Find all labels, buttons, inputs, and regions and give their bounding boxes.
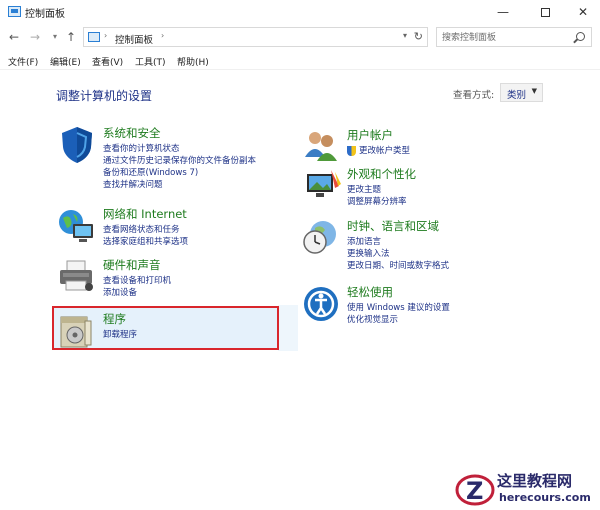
link-add-language[interactable]: 添加语言	[347, 236, 449, 248]
maximize-icon	[540, 7, 550, 17]
category-heading[interactable]: 程序	[103, 311, 126, 327]
link-change-theme[interactable]: 更改主题	[347, 184, 407, 196]
svg-text:Z: Z	[466, 477, 483, 505]
ease-of-access-icon[interactable]	[301, 284, 341, 324]
link-homegroup[interactable]: 选择家庭组和共享选项	[103, 236, 188, 248]
close-button[interactable]: ✕	[566, 0, 600, 24]
link-devices-printers[interactable]: 查看设备和打印机	[103, 275, 171, 287]
control-panel-icon	[88, 32, 100, 42]
refresh-icon[interactable]: ↻	[414, 30, 423, 43]
link-screen-resolution[interactable]: 调整屏幕分辨率	[347, 196, 407, 208]
page-title: 调整计算机的设置	[56, 89, 153, 103]
address-row: ← → ▾ ↑ › 控制面板 › ▾ ↻	[0, 24, 600, 50]
category-heading[interactable]: 时钟、语言和区域	[347, 218, 439, 234]
category-heading[interactable]: 系统和安全	[103, 125, 161, 141]
maximize-button[interactable]	[528, 0, 562, 24]
control-panel-icon	[8, 6, 21, 17]
breadcrumb-control-panel[interactable]: 控制面板	[115, 32, 153, 46]
link-date-time-format[interactable]: 更改日期、时间或数字格式	[347, 260, 449, 272]
menu-edit[interactable]: 编辑(E)	[50, 55, 81, 68]
menu-help[interactable]: 帮助(H)	[177, 55, 209, 68]
link-change-account-type[interactable]: 更改帐户类型	[347, 145, 410, 157]
link-recommended-settings[interactable]: 使用 Windows 建议的设置	[347, 302, 450, 314]
back-button[interactable]: ←	[5, 28, 23, 46]
search-input[interactable]	[442, 31, 567, 44]
programs-icon[interactable]	[57, 311, 97, 351]
shield-icon[interactable]	[57, 125, 97, 165]
users-icon[interactable]	[301, 127, 341, 167]
link-change-input[interactable]: 更换输入法	[347, 248, 449, 260]
menu-file[interactable]: 文件(F)	[8, 55, 38, 68]
watermark: Z 这里教程网 herecours.com	[455, 468, 600, 510]
appearance-icon[interactable]	[301, 166, 341, 206]
up-button[interactable]: ↑	[62, 28, 80, 46]
category-heading[interactable]: 轻松使用	[347, 284, 393, 300]
view-by-label: 查看方式:	[453, 90, 495, 101]
link-view-computer-status[interactable]: 查看你的计算机状态	[103, 143, 256, 155]
watermark-title: 这里教程网	[497, 472, 573, 490]
view-by-value: 类别	[507, 90, 527, 101]
printer-icon[interactable]	[57, 257, 97, 297]
chevron-right-icon[interactable]: ›	[104, 31, 107, 40]
chevron-right-icon[interactable]: ›	[161, 31, 164, 40]
category-heading[interactable]: 硬件和声音	[103, 257, 161, 273]
search-icon[interactable]	[576, 32, 585, 41]
menu-view[interactable]: 查看(V)	[92, 55, 123, 68]
minimize-button[interactable]: —	[486, 0, 520, 24]
highlight-glow	[278, 305, 298, 351]
link-network-status[interactable]: 查看网络状态和任务	[103, 224, 188, 236]
link-optimize-display[interactable]: 优化视觉显示	[347, 314, 450, 326]
link-backup-restore[interactable]: 备份和还原(Windows 7)	[103, 167, 256, 179]
network-globe-icon[interactable]	[57, 206, 97, 246]
address-bar[interactable]: › 控制面板 › ▾ ↻	[83, 27, 428, 47]
clock-globe-icon[interactable]	[301, 218, 341, 258]
link-uninstall-program[interactable]: 卸载程序	[103, 329, 137, 341]
category-heading[interactable]: 用户帐户	[347, 127, 393, 143]
menu-tools[interactable]: 工具(T)	[135, 55, 166, 68]
link-file-history[interactable]: 通过文件历史记录保存你的文件备份副本	[103, 155, 256, 167]
category-heading[interactable]: 网络和 Internet	[103, 206, 187, 222]
menu-bar: 文件(F) 编辑(E) 查看(V) 工具(T) 帮助(H)	[0, 52, 600, 70]
view-by-dropdown[interactable]: 类别 ▼	[500, 83, 543, 102]
link-troubleshoot[interactable]: 查找并解决问题	[103, 179, 256, 191]
forward-button[interactable]: →	[26, 28, 44, 46]
chevron-down-icon: ▼	[531, 87, 537, 95]
search-box[interactable]	[436, 27, 592, 47]
watermark-url: herecours.com	[499, 491, 591, 504]
link-add-device[interactable]: 添加设备	[103, 287, 171, 299]
chevron-down-icon[interactable]: ▾	[403, 31, 407, 40]
watermark-logo: Z	[455, 474, 495, 506]
category-heading[interactable]: 外观和个性化	[347, 166, 416, 182]
window-title: 控制面板	[25, 9, 65, 20]
title-bar: 控制面板 — ✕	[0, 0, 600, 24]
